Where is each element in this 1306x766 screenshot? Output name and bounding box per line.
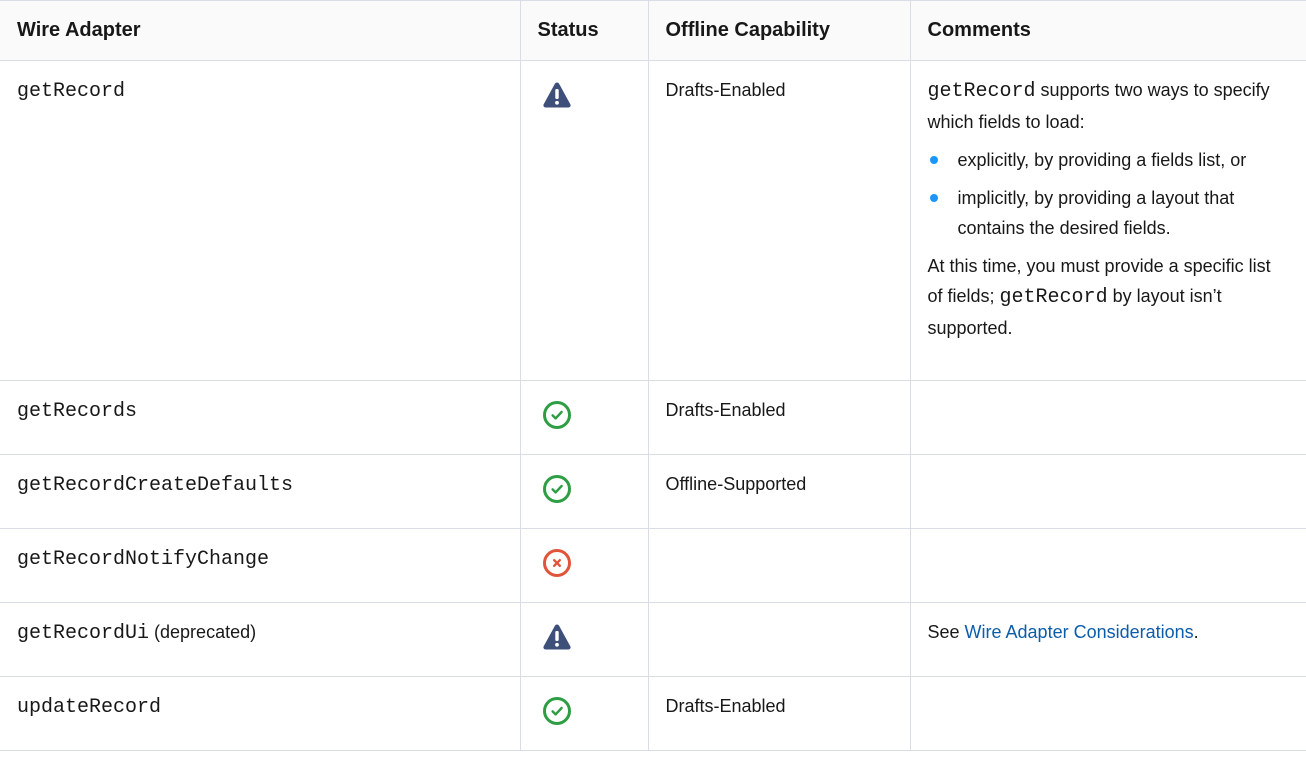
table-row: getRecord Drafts-Enabled getRecord suppo… — [0, 60, 1306, 381]
adapter-name: updateRecord — [17, 696, 162, 719]
adapter-name: getRecords — [17, 400, 138, 423]
adapter-name: getRecordNotifyChange — [17, 548, 270, 571]
adapter-cell: getRecordCreateDefaults — [0, 454, 521, 529]
list-item-text: explicitly, by providing a fields list, … — [957, 150, 1247, 170]
list-item: implicitly, by providing a layout that c… — [928, 183, 1290, 243]
adapter-cell: getRecordNotifyChange — [0, 528, 521, 603]
comment-text: See — [927, 622, 965, 642]
table-row: getRecordUi (deprecated) See Wire Adapte… — [0, 602, 1306, 677]
table-row: updateRecord Drafts-Enabled — [0, 676, 1306, 751]
comments-cell — [910, 528, 1306, 603]
x-circle-icon — [541, 547, 573, 579]
comments-cell — [910, 454, 1306, 529]
bullet-icon — [929, 156, 938, 164]
adapter-cell: updateRecord — [0, 676, 521, 751]
wire-adapter-table: Wire Adapter Status Offline Capability C… — [0, 0, 1306, 751]
comment-code: getRecord — [999, 286, 1108, 309]
adapter-name: getRecord — [17, 80, 126, 103]
comment-code: getRecord — [927, 80, 1036, 103]
status-cell — [520, 602, 649, 677]
adapter-name: getRecordUi — [17, 622, 150, 645]
column-header-offline-capability: Offline Capability — [648, 0, 911, 61]
adapter-cell: getRecords — [0, 380, 521, 455]
comments-cell — [910, 676, 1306, 751]
check-circle-icon — [541, 695, 573, 727]
table-header-row: Wire Adapter Status Offline Capability C… — [0, 0, 1306, 61]
status-cell — [520, 60, 649, 381]
table-row: getRecordCreateDefaults Offline-Supporte… — [0, 454, 1306, 529]
comments-cell — [910, 380, 1306, 455]
column-header-status: Status — [520, 0, 649, 61]
column-header-wire-adapter: Wire Adapter — [0, 0, 521, 61]
status-cell — [520, 454, 649, 529]
comment-text: . — [1193, 622, 1199, 642]
comments-cell: See Wire Adapter Considerations. — [910, 602, 1306, 677]
list-item: explicitly, by providing a fields list, … — [928, 145, 1290, 175]
adapter-cell: getRecord — [0, 60, 521, 381]
comment-bullet-list: explicitly, by providing a fields list, … — [928, 145, 1290, 243]
offline-capability-cell: Drafts-Enabled — [648, 380, 911, 455]
adapter-cell: getRecordUi (deprecated) — [0, 602, 521, 677]
bullet-icon — [929, 194, 938, 202]
comment-intro: getRecord supports two ways to specify w… — [928, 75, 1290, 137]
offline-capability-cell — [648, 528, 911, 603]
table-row: getRecordNotifyChange — [0, 528, 1306, 603]
comments-cell: getRecord supports two ways to specify w… — [910, 60, 1306, 381]
list-item-text: implicitly, by providing a layout that c… — [957, 188, 1235, 238]
offline-capability-cell: Drafts-Enabled — [648, 676, 911, 751]
warning-icon — [541, 621, 573, 653]
status-cell — [520, 676, 649, 751]
comment-outro: At this time, you must provide a specifi… — [928, 251, 1290, 343]
check-circle-icon — [541, 399, 573, 431]
wire-adapter-considerations-link[interactable]: Wire Adapter Considerations — [965, 622, 1194, 642]
check-circle-icon — [541, 473, 573, 505]
offline-capability-cell: Drafts-Enabled — [648, 60, 911, 381]
offline-capability-cell — [648, 602, 911, 677]
column-header-comments: Comments — [910, 0, 1306, 61]
table-row: getRecords Drafts-Enabled — [0, 380, 1306, 455]
offline-capability-cell: Offline-Supported — [648, 454, 911, 529]
status-cell — [520, 528, 649, 603]
status-cell — [520, 380, 649, 455]
warning-icon — [541, 79, 573, 111]
adapter-name: getRecordCreateDefaults — [17, 474, 294, 497]
adapter-suffix: (deprecated) — [149, 622, 257, 642]
